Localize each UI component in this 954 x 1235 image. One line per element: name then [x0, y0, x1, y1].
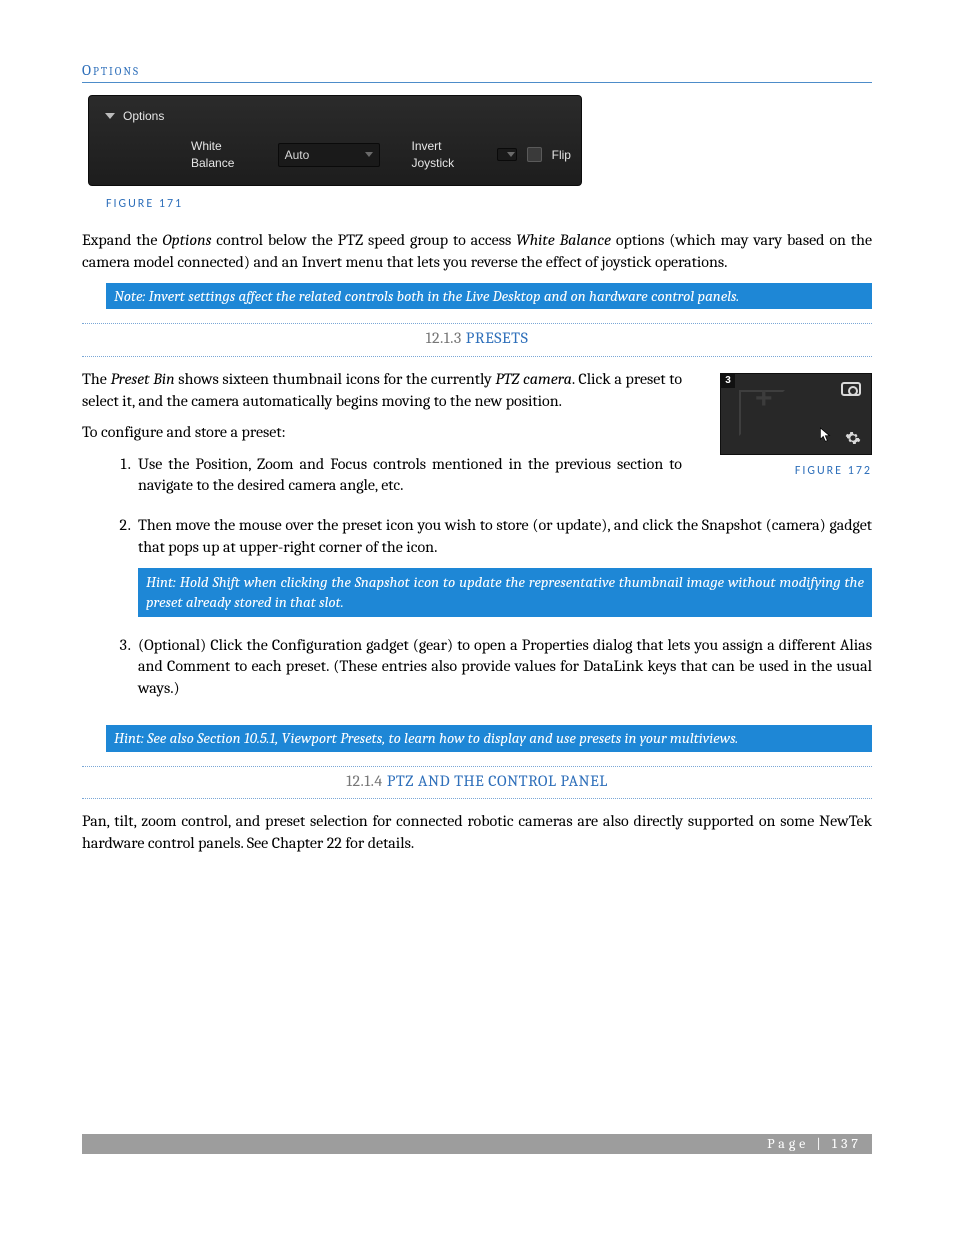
hint-viewport-presets: Hint: See also Section 10.5.1, Viewport …	[106, 725, 872, 751]
white-balance-dropdown[interactable]: Auto	[278, 143, 380, 167]
figure-172-caption: FIGURE 172	[696, 463, 872, 479]
divider	[82, 356, 872, 357]
options-header-row[interactable]: Options	[99, 104, 571, 138]
section-heading-options: Options	[82, 60, 872, 83]
page-number: Page | 137	[767, 1135, 862, 1154]
heading-text: Options	[82, 61, 140, 79]
flip-checkbox[interactable]	[527, 147, 542, 162]
figure-171-caption: FIGURE 171	[106, 196, 872, 212]
cursor-icon	[819, 426, 833, 444]
divider	[82, 798, 872, 799]
flip-label: Flip	[552, 147, 571, 163]
snapshot-camera-icon[interactable]	[841, 382, 861, 396]
figure-172-block: 3 + FIGURE 172	[696, 373, 872, 479]
invert-joystick-label: Invert Joystick	[411, 138, 486, 170]
body-paragraph: Pan, tilt, zoom control, and preset sele…	[82, 811, 872, 854]
configure-preset-steps: Use the Position, Zoom and Focus control…	[82, 454, 872, 700]
plus-icon: +	[755, 384, 773, 414]
options-panel: Options White Balance Auto Invert Joysti…	[88, 95, 582, 186]
hint-shift-snapshot: Hint: Hold Shift when clicking the Snaps…	[138, 568, 872, 617]
preset-number-badge: 3	[721, 374, 735, 388]
invert-joystick-dropdown[interactable]	[497, 148, 517, 161]
section-12-1-3-title: 12.1.3 PRESETS	[82, 324, 872, 354]
disclosure-triangle-icon[interactable]	[105, 113, 115, 119]
note-invert: Note: Invert settings affect the related…	[106, 283, 872, 309]
options-label: Options	[123, 108, 164, 124]
body-paragraph: Expand the Options control below the PTZ…	[82, 230, 872, 273]
page-footer: Page | 137	[82, 1134, 872, 1154]
white-balance-value: Auto	[285, 147, 310, 163]
gear-icon[interactable]	[845, 430, 861, 446]
step-2: Then move the mouse over the preset icon…	[134, 515, 872, 617]
section-12-1-4-title: 12.1.4 PTZ AND THE CONTROL PANEL	[82, 767, 872, 797]
step-3: (Optional) Click the Configuration gadge…	[134, 635, 872, 700]
white-balance-label: White Balance	[191, 138, 268, 170]
chevron-down-icon	[507, 152, 515, 157]
preset-thumbnail[interactable]: 3 +	[720, 373, 872, 455]
chevron-down-icon	[365, 152, 373, 157]
